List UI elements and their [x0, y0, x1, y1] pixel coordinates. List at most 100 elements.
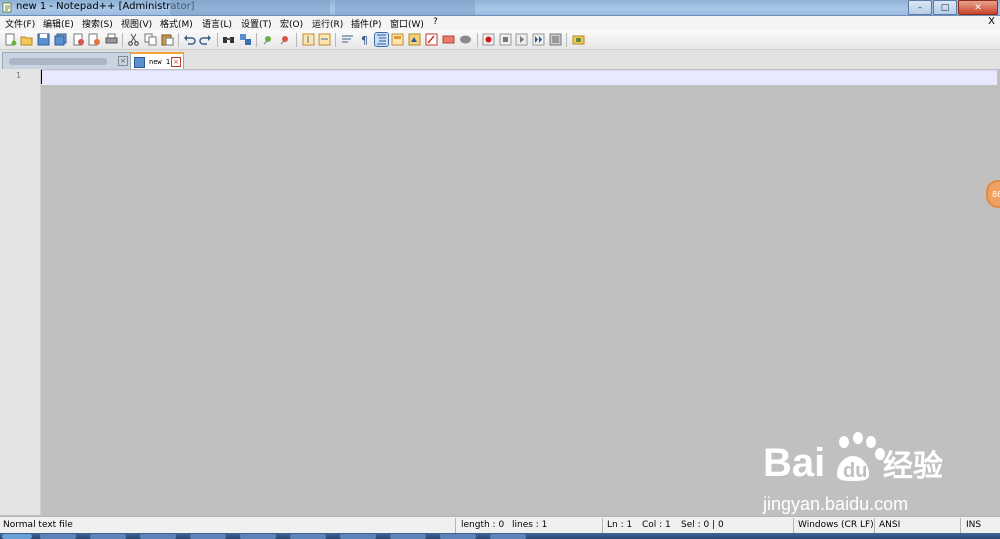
start-button[interactable]: [2, 534, 32, 539]
menu-bar: 文件(F) 编辑(E) 搜索(S) 视图(V) 格式(M) 语言(L) 设置(T…: [0, 16, 1000, 30]
status-separator: [960, 518, 961, 533]
copy-icon[interactable]: [144, 33, 157, 46]
paste-icon[interactable]: [161, 33, 174, 46]
status-separator: [455, 518, 456, 533]
watermark-brand-bai: Bai: [763, 441, 825, 485]
toolbar-separator: [256, 33, 257, 47]
stop-macro-icon[interactable]: [499, 33, 512, 46]
watermark-url: jingyan.baidu.com: [763, 494, 909, 514]
user-lang-icon[interactable]: [391, 33, 404, 46]
status-col: Col : 1: [642, 520, 671, 530]
taskbar-item[interactable]: [190, 534, 226, 539]
doc-map-icon[interactable]: [408, 33, 421, 46]
status-lines: lines : 1: [512, 520, 548, 530]
toolbar-separator: [566, 33, 567, 47]
taskbar-item[interactable]: [390, 534, 426, 539]
word-wrap-icon[interactable]: [341, 33, 354, 46]
baidu-paw-logo: Bai du 经验: [763, 432, 943, 485]
toolbar-separator: [217, 33, 218, 47]
menu-window[interactable]: 窗口(W): [390, 17, 424, 30]
menu-file[interactable]: 文件(F): [5, 17, 35, 30]
status-length: length : 0: [461, 520, 505, 530]
taskbar-item[interactable]: [440, 534, 476, 539]
function-list-icon[interactable]: [425, 33, 438, 46]
status-file-type: Normal text file: [3, 520, 73, 530]
menu-run[interactable]: 运行(R): [312, 17, 343, 30]
menu-macro[interactable]: 宏(O): [280, 17, 303, 30]
replace-icon[interactable]: [239, 33, 252, 46]
status-separator: [602, 518, 603, 533]
record-macro-icon[interactable]: [482, 33, 495, 46]
unsaved-disk-icon: [134, 56, 145, 68]
svg-text:经验: 经验: [883, 449, 943, 484]
new-file-icon[interactable]: [4, 33, 17, 46]
close-window-button[interactable]: ✕: [958, 0, 998, 15]
tab-bar: × new 1 ×: [0, 50, 1000, 70]
close-document-x[interactable]: X: [988, 16, 995, 27]
title-bar: new 1 - Notepad++ [Administrator] – □ ✕: [0, 0, 1000, 16]
cut-icon[interactable]: [127, 33, 140, 46]
taskbar-item[interactable]: [40, 534, 76, 539]
indent-guide-icon[interactable]: [374, 32, 389, 47]
tab-close-icon[interactable]: ×: [118, 56, 128, 66]
toolbar-separator: [178, 33, 179, 47]
menu-view[interactable]: 视图(V): [121, 17, 152, 30]
plugin-icon[interactable]: [572, 33, 585, 46]
status-encoding: ANSI: [879, 520, 901, 530]
menu-help[interactable]: ?: [433, 17, 438, 27]
menu-search[interactable]: 搜索(S): [82, 17, 113, 30]
taskbar-item[interactable]: [290, 534, 326, 539]
menu-format[interactable]: 格式(M): [160, 17, 193, 30]
menu-language[interactable]: 语言(L): [202, 17, 232, 30]
status-separator: [874, 518, 875, 533]
line-number: 1: [16, 71, 21, 80]
folder-workspace-icon[interactable]: [442, 33, 455, 46]
sync-horizontal-icon[interactable]: [318, 33, 331, 46]
status-eol: Windows (CR LF): [798, 520, 874, 530]
find-icon[interactable]: [222, 33, 235, 46]
tab-close-icon[interactable]: ×: [171, 57, 181, 67]
undo-icon[interactable]: [183, 33, 196, 46]
status-sel: Sel : 0 | 0: [681, 520, 724, 530]
save-icon[interactable]: [37, 33, 50, 46]
taskbar-item[interactable]: [240, 534, 276, 539]
side-float-bubble[interactable]: 86: [986, 180, 1000, 208]
toolbar-separator: [296, 33, 297, 47]
show-all-chars-icon[interactable]: ¶: [358, 33, 371, 46]
redo-icon[interactable]: [199, 33, 212, 46]
print-icon[interactable]: [105, 33, 118, 46]
taskbar-item[interactable]: [140, 534, 176, 539]
tab-new-1[interactable]: new 1 ×: [130, 52, 184, 70]
status-bar: Normal text file length : 0 lines : 1 Ln…: [0, 516, 1000, 534]
save-macro-icon[interactable]: [549, 33, 562, 46]
menu-edit[interactable]: 编辑(E): [43, 17, 74, 30]
blurred-tab-label: [9, 57, 107, 65]
minimize-button[interactable]: –: [908, 0, 932, 15]
taskbar-item[interactable]: [340, 534, 376, 539]
save-all-icon[interactable]: [54, 33, 67, 46]
close-icon[interactable]: [72, 33, 85, 46]
maximize-button[interactable]: □: [933, 0, 957, 15]
play-macro-icon[interactable]: [515, 33, 528, 46]
open-file-icon[interactable]: [20, 33, 33, 46]
background-window-ghost: [335, 0, 475, 15]
zoom-out-icon[interactable]: [279, 33, 292, 46]
close-all-icon[interactable]: [88, 33, 101, 46]
status-separator: [793, 518, 794, 533]
tab-blurred-document[interactable]: ×: [2, 52, 131, 69]
taskbar-item[interactable]: [490, 534, 526, 539]
window-controls: – □ ✕: [907, 0, 998, 15]
status-ln: Ln : 1: [607, 520, 633, 530]
window-title: new 1 - Notepad++ [Administrator]: [16, 1, 195, 12]
text-caret: [41, 70, 42, 84]
sync-vertical-icon[interactable]: [302, 33, 315, 46]
monitor-icon[interactable]: [459, 33, 472, 46]
background-window-ghost: [170, 0, 330, 15]
zoom-in-icon[interactable]: [262, 33, 275, 46]
menu-settings[interactable]: 设置(T): [241, 17, 272, 30]
menu-plugins[interactable]: 插件(P): [351, 17, 381, 30]
taskbar-item[interactable]: [90, 534, 126, 539]
windows-taskbar: [0, 533, 1000, 539]
toolbar-separator: [477, 33, 478, 47]
run-macro-multiple-icon[interactable]: [532, 33, 545, 46]
